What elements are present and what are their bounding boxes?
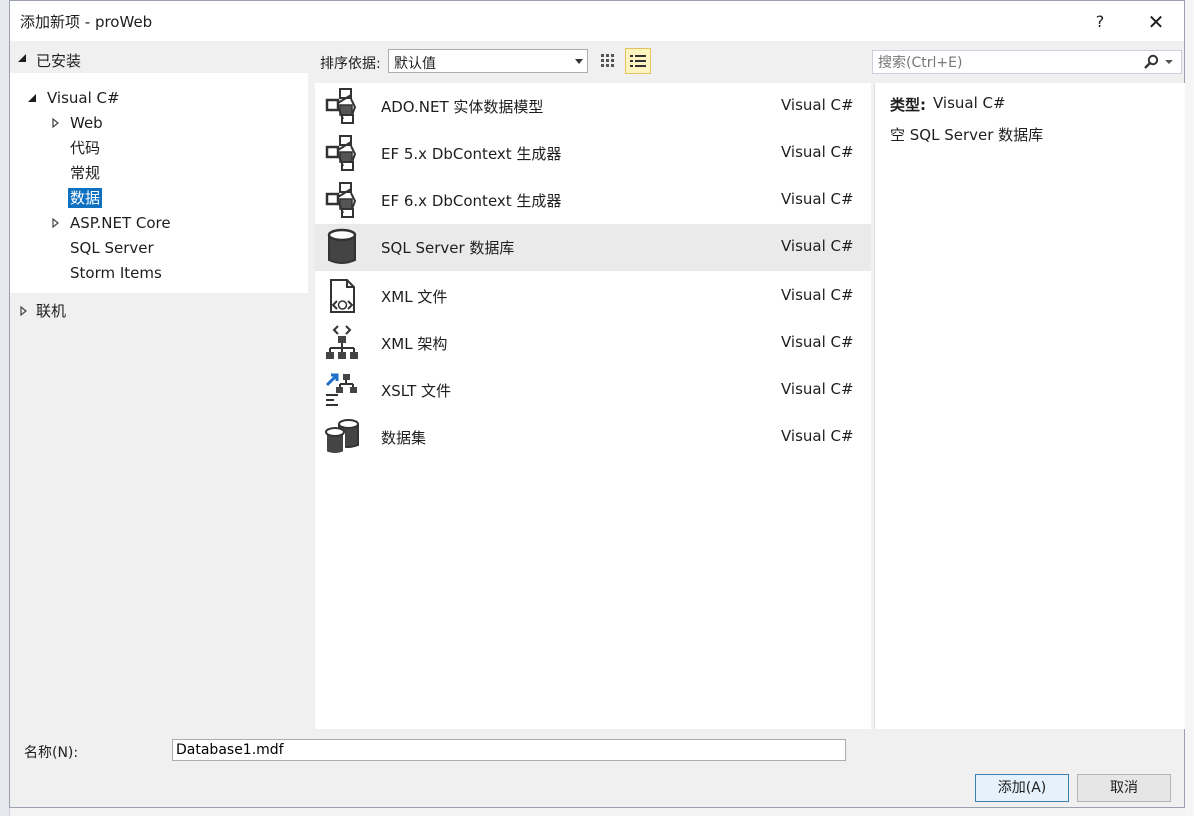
sort-label: 排序依据: — [320, 56, 381, 72]
dialog-title: 添加新项 - proWeb — [20, 13, 153, 31]
template-language: Visual C# — [781, 96, 854, 114]
list-view-icon — [630, 55, 646, 67]
tree-item-label: 代码 — [70, 139, 101, 157]
tree-item-label: Storm Items — [70, 264, 162, 282]
tree-item-label: Web — [70, 114, 103, 132]
dbcontext-generator-icon — [325, 135, 357, 171]
xslt-file-icon — [325, 373, 357, 406]
template-name: XSLT 文件 — [381, 382, 452, 400]
template-row-xml-schema[interactable]: XML 架构 Visual C# — [315, 320, 871, 365]
collapsed-arrow-icon — [52, 218, 59, 228]
template-name: XML 架构 — [381, 335, 448, 353]
template-row-sql-server-database[interactable]: SQL Server 数据库 Visual C# — [315, 224, 871, 271]
xml-schema-icon — [326, 325, 358, 359]
template-language: Visual C# — [781, 333, 854, 351]
template-row-ef5-dbcontext[interactable]: EF 5.x DbContext 生成器 Visual C# — [315, 130, 871, 175]
tree-installed-node[interactable]: 已安装 — [10, 47, 308, 71]
cancel-button[interactable]: 取消 — [1077, 774, 1171, 802]
expanded-arrow-icon — [18, 54, 26, 62]
collapsed-arrow-icon — [52, 118, 59, 128]
type-value: Visual C# — [933, 94, 1006, 112]
tree-online-label: 联机 — [36, 302, 67, 320]
small-icons-view-button[interactable] — [596, 49, 620, 73]
template-row-xml-file[interactable]: XML 文件 Visual C# — [315, 273, 871, 318]
search-input[interactable] — [873, 51, 1140, 75]
tree-item-code[interactable]: 代码 — [70, 137, 100, 159]
template-description: 空 SQL Server 数据库 — [890, 126, 1044, 144]
collapsed-arrow-icon — [20, 306, 27, 316]
template-category-tree: Visual C# Web 代码 常规 数据 ASP.NET Core SQL … — [10, 73, 308, 293]
grid-view-icon — [601, 54, 614, 67]
sort-dropdown[interactable]: 默认值 — [388, 49, 588, 73]
tree-item-storm-items[interactable]: Storm Items — [70, 262, 162, 284]
title-bar: 添加新项 - proWeb ? ✕ — [10, 1, 1184, 41]
tree-item-aspnet-core[interactable]: ASP.NET Core — [52, 212, 171, 234]
add-new-item-dialog: 添加新项 - proWeb ? ✕ 已安装 Visual C# Web 代码 常… — [9, 0, 1185, 808]
template-language: Visual C# — [781, 237, 854, 255]
template-row-ado-entity-model[interactable]: ADO.NET 实体数据模型 Visual C# — [315, 83, 871, 128]
name-input[interactable] — [172, 739, 846, 761]
search-options-arrow-icon[interactable] — [1165, 60, 1173, 65]
search-icon[interactable] — [1143, 54, 1161, 70]
template-name: EF 6.x DbContext 生成器 — [381, 192, 562, 210]
tree-online-node[interactable]: 联机 — [20, 300, 66, 322]
template-list: ADO.NET 实体数据模型 Visual C# EF 5.x DbContex… — [315, 83, 871, 729]
sort-dropdown-value: 默认值 — [394, 56, 436, 72]
tree-item-label: ASP.NET Core — [70, 214, 171, 232]
close-button[interactable]: ✕ — [1138, 7, 1174, 37]
template-row-ef6-dbcontext[interactable]: EF 6.x DbContext 生成器 Visual C# — [315, 177, 871, 222]
template-name: 数据集 — [381, 429, 427, 447]
xml-file-icon — [330, 279, 355, 313]
help-button[interactable]: ? — [1086, 9, 1114, 35]
tree-installed-label: 已安装 — [36, 52, 82, 70]
template-name: SQL Server 数据库 — [381, 239, 515, 257]
template-language: Visual C# — [781, 427, 854, 445]
tree-item-label: 数据 — [68, 188, 103, 208]
database-icon — [327, 228, 357, 264]
dataset-icon — [325, 419, 359, 455]
tree-item-label: Visual C# — [47, 89, 120, 107]
entity-model-icon — [325, 88, 357, 124]
background-right-edge — [1185, 0, 1194, 816]
template-language: Visual C# — [781, 190, 854, 208]
template-row-dataset[interactable]: 数据集 Visual C# — [315, 414, 871, 459]
tree-item-label: 常规 — [70, 164, 101, 182]
type-label: 类型: — [890, 96, 926, 114]
tree-item-sql-server[interactable]: SQL Server — [70, 237, 154, 259]
dbcontext-generator-icon — [325, 182, 357, 218]
tree-item-general[interactable]: 常规 — [70, 162, 100, 184]
template-details-panel: 类型: Visual C# 空 SQL Server 数据库 — [874, 83, 1185, 729]
tree-item-web[interactable]: Web — [52, 112, 103, 134]
add-button[interactable]: 添加(A) — [975, 774, 1069, 802]
expanded-arrow-icon — [28, 94, 36, 102]
search-box — [872, 50, 1182, 75]
template-name: ADO.NET 实体数据模型 — [381, 98, 544, 116]
tree-item-label: SQL Server — [70, 239, 154, 257]
template-name: EF 5.x DbContext 生成器 — [381, 145, 562, 163]
template-language: Visual C# — [781, 143, 854, 161]
tree-item-data[interactable]: 数据 — [68, 187, 103, 209]
template-name: XML 文件 — [381, 288, 448, 306]
template-row-xslt-file[interactable]: XSLT 文件 Visual C# — [315, 367, 871, 412]
name-label: 名称(N): — [24, 745, 79, 761]
template-language: Visual C# — [781, 286, 854, 304]
dropdown-arrow-icon — [575, 59, 583, 64]
template-language: Visual C# — [781, 380, 854, 398]
list-view-button[interactable] — [625, 48, 651, 74]
tree-item-visual-csharp[interactable]: Visual C# — [28, 87, 120, 109]
